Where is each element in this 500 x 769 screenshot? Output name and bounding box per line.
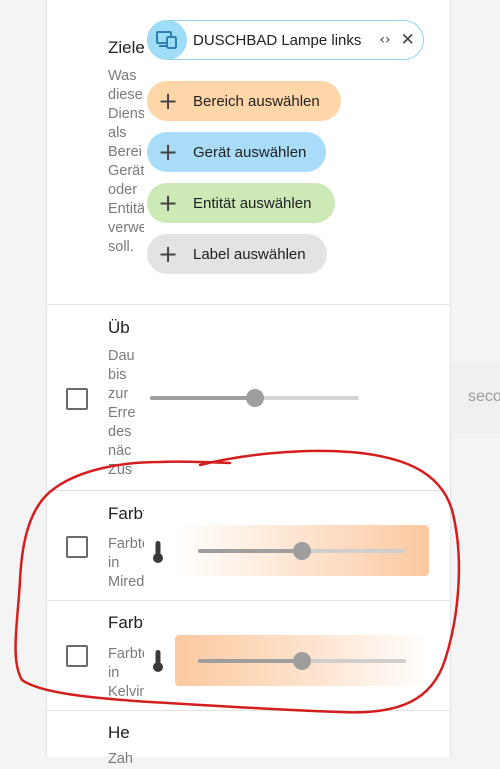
plus-icon: + (157, 87, 179, 115)
transition-title: Üb (108, 318, 130, 337)
add-area-label: Bereich auswählen (193, 92, 320, 110)
plus-icon: + (157, 189, 179, 217)
divider (47, 304, 450, 305)
color-temp-mired-checkbox[interactable] (66, 536, 88, 558)
color-temp-kelvin-slider-thumb[interactable] (293, 652, 311, 670)
plus-icon: + (157, 138, 179, 166)
color-temp-mired-description: Farbte in Mired (108, 536, 144, 590)
device-chip[interactable]: DUSCHBAD Lampe links ‹› ✕ (147, 20, 424, 60)
plus-icon: + (157, 240, 179, 268)
divider (47, 710, 450, 711)
targets-description: Was diese Diens als Berei Gerät oder Ent… (108, 68, 144, 255)
add-device-label: Gerät auswählen (193, 143, 307, 161)
transition-unit: seco (468, 388, 500, 405)
add-entity-button[interactable]: + Entität auswählen (147, 183, 335, 223)
transition-checkbox[interactable] (66, 388, 88, 410)
color-temp-mired-slider-fill (198, 549, 302, 553)
targets-title: Ziele (108, 38, 144, 57)
color-temp-mired-title: Farbt (108, 504, 144, 523)
divider (47, 600, 450, 601)
divider (47, 490, 450, 491)
device-chip-label: DUSCHBAD Lampe links (193, 31, 362, 49)
color-temp-kelvin-slider-fill (198, 659, 302, 663)
close-icon[interactable]: ✕ (401, 30, 415, 50)
add-entity-label: Entität auswählen (193, 194, 312, 212)
add-label-label: Label auswählen (193, 245, 306, 263)
color-temp-kelvin-description: Farbte in Kelvin (108, 646, 144, 700)
transition-slider-fill (150, 396, 255, 400)
add-device-button[interactable]: + Gerät auswählen (147, 132, 326, 172)
transition-description: Dau bis zur Erre des näc Zus (108, 348, 136, 478)
expand-code-icon[interactable]: ‹› (379, 32, 390, 48)
brightness-description: Zah (108, 751, 133, 767)
color-temp-kelvin-checkbox[interactable] (66, 645, 88, 667)
brightness-title: He (108, 723, 130, 742)
thermometer-icon (153, 541, 163, 563)
color-temp-kelvin-title: Farbt (108, 613, 144, 632)
add-label-button[interactable]: + Label auswählen (147, 234, 327, 274)
color-temp-mired-slider-thumb[interactable] (293, 542, 311, 560)
transition-slider-thumb[interactable] (246, 389, 264, 407)
add-area-button[interactable]: + Bereich auswählen (147, 81, 341, 121)
thermometer-icon (153, 650, 163, 672)
device-icon (147, 20, 187, 60)
